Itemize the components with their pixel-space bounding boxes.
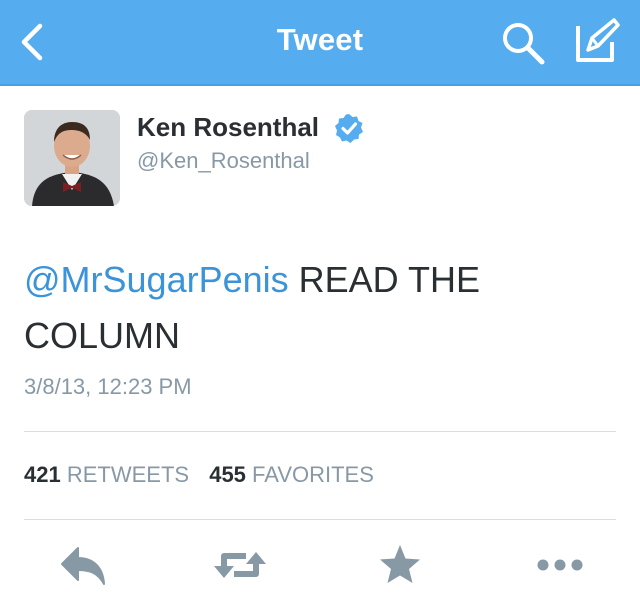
retweet-icon: [214, 552, 266, 578]
retweets-count[interactable]: 421: [24, 462, 61, 487]
verified-badge: [333, 112, 365, 144]
favorites-label[interactable]: FAVORITES: [252, 462, 374, 487]
tweet-stats: 421 RETWEETS 455 FAVORITES: [24, 462, 388, 488]
profile-photo: [24, 110, 120, 206]
search-button[interactable]: [500, 20, 548, 66]
favorite-icon: [380, 545, 420, 583]
retweet-button[interactable]: [212, 540, 268, 590]
favorite-button[interactable]: [372, 540, 428, 590]
tweet-text: @MrSugarPenis READ THE COLUMN: [24, 252, 614, 364]
nav-bar: Tweet: [0, 0, 640, 86]
mention-link[interactable]: @MrSugarPenis: [24, 259, 289, 300]
more-icon: [537, 559, 583, 571]
avatar[interactable]: [24, 110, 120, 206]
search-icon: [503, 23, 545, 65]
author-name[interactable]: Ken Rosenthal: [137, 112, 319, 143]
retweets-label[interactable]: RETWEETS: [67, 462, 189, 487]
favorites-count[interactable]: 455: [209, 462, 246, 487]
reply-icon: [61, 547, 105, 585]
reply-button[interactable]: [56, 540, 112, 590]
more-button[interactable]: [532, 540, 588, 590]
author-handle[interactable]: @Ken_Rosenthal: [137, 148, 310, 174]
divider: [24, 431, 616, 432]
divider: [24, 519, 616, 520]
compose-icon: [576, 18, 620, 62]
tweet-timestamp: 3/8/13, 12:23 PM: [24, 374, 192, 399]
verified-check-icon: [335, 114, 363, 143]
compose-button[interactable]: [572, 16, 622, 66]
